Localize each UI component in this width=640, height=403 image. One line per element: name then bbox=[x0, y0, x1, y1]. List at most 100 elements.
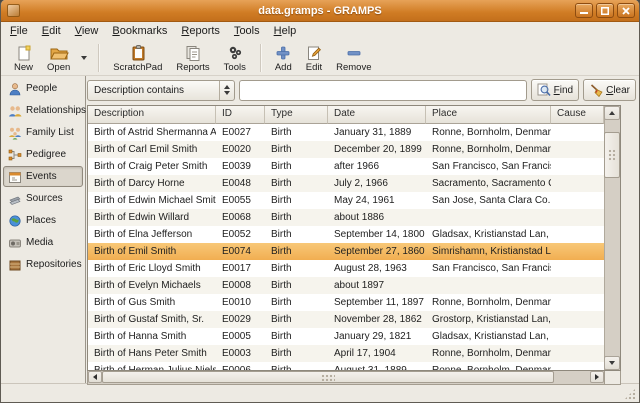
menu-item-help[interactable]: Help bbox=[267, 24, 304, 39]
table-row[interactable]: Birth of Hanna SmithE0005BirthJanuary 29… bbox=[88, 328, 604, 345]
table-row[interactable]: Birth of Craig Peter SmithE0039Birthafte… bbox=[88, 158, 604, 175]
cell: Birth of Gus Smith bbox=[88, 294, 216, 311]
titlebar[interactable]: data.gramps - GRAMPS bbox=[1, 0, 639, 22]
cell: Birth bbox=[265, 277, 328, 294]
cell bbox=[551, 141, 604, 158]
sidebar-item-family-list[interactable]: Family List bbox=[3, 122, 83, 143]
cell: Sacramento, Sacramento C... bbox=[426, 175, 551, 192]
cell: Grostorp, Kristianstad Lan, ... bbox=[426, 311, 551, 328]
cell: E0055 bbox=[216, 192, 265, 209]
menu-item-tools[interactable]: Tools bbox=[227, 24, 267, 39]
cell bbox=[551, 192, 604, 209]
menu-item-reports[interactable]: Reports bbox=[174, 24, 227, 39]
cell bbox=[551, 294, 604, 311]
sidebar-item-places[interactable]: Places bbox=[3, 210, 83, 231]
horizontal-scrollbar[interactable] bbox=[87, 371, 605, 385]
cell: Birth bbox=[265, 226, 328, 243]
close-button[interactable] bbox=[617, 3, 635, 18]
cell: E0029 bbox=[216, 311, 265, 328]
menu-item-view[interactable]: View bbox=[68, 24, 106, 39]
column-header-type[interactable]: Type bbox=[265, 106, 328, 124]
table-row[interactable]: Birth of Emil SmithE0074BirthSeptember 2… bbox=[88, 243, 604, 260]
column-header-place[interactable]: Place bbox=[426, 106, 551, 124]
cell: Birth of Eric Lloyd Smith bbox=[88, 260, 216, 277]
cell: Ronne, Bornholm, Denmark bbox=[426, 294, 551, 311]
gramps-window: data.gramps - GRAMPS FileEditViewBookmar… bbox=[0, 0, 640, 403]
find-button[interactable]: Find bbox=[531, 79, 579, 101]
scroll-right-button[interactable] bbox=[590, 371, 604, 383]
cell: Birth bbox=[265, 141, 328, 158]
spinner-icon[interactable] bbox=[219, 81, 234, 100]
table-row[interactable]: Birth of Edwin WillardE0068Birthabout 18… bbox=[88, 209, 604, 226]
cell: Birth of Astrid Shermanna A... bbox=[88, 124, 216, 141]
horizontal-scrollbar-thumb[interactable] bbox=[102, 371, 554, 383]
sidebar-item-people[interactable]: People bbox=[3, 78, 83, 99]
toolbar-separator bbox=[98, 44, 99, 72]
table-row[interactable]: Birth of Gustaf Smith, Sr.E0029BirthNove… bbox=[88, 311, 604, 328]
table-row[interactable]: Birth of Carl Emil SmithE0020BirthDecemb… bbox=[88, 141, 604, 158]
open-folder-icon bbox=[49, 43, 69, 62]
table-row[interactable]: Birth of Elna JeffersonE0052BirthSeptemb… bbox=[88, 226, 604, 243]
reports-button[interactable]: Reports bbox=[169, 41, 216, 75]
sidebar-item-relationships[interactable]: Relationships bbox=[3, 100, 83, 121]
sidebar-item-sources[interactable]: Sources bbox=[3, 188, 83, 209]
open-button[interactable]: Open bbox=[40, 41, 77, 75]
column-header-id[interactable]: ID bbox=[216, 106, 265, 124]
table-row[interactable]: Birth of Darcy HorneE0048BirthJuly 2, 19… bbox=[88, 175, 604, 192]
maximize-button[interactable] bbox=[596, 3, 614, 18]
cell: Birth bbox=[265, 260, 328, 277]
scroll-left-button[interactable] bbox=[88, 371, 102, 383]
table-row[interactable]: Birth of Evelyn MichaelsE0008Birthabout … bbox=[88, 277, 604, 294]
cell: Gladsax, Kristianstad Lan, S... bbox=[426, 226, 551, 243]
menu-item-bookmarks[interactable]: Bookmarks bbox=[105, 24, 174, 39]
tools-button[interactable]: Tools bbox=[217, 41, 253, 75]
menu-item-file[interactable]: File bbox=[3, 24, 35, 39]
arrow-down-icon bbox=[609, 361, 615, 365]
reports-icon bbox=[184, 43, 202, 62]
add-button[interactable]: Add bbox=[268, 41, 299, 75]
family-list-icon bbox=[8, 126, 22, 140]
cell: Gladsax, Kristianstad Lan, S... bbox=[426, 328, 551, 345]
sidebar-item-pedigree[interactable]: Pedigree bbox=[3, 144, 83, 165]
cell: Birth bbox=[265, 209, 328, 226]
cell: Birth bbox=[265, 175, 328, 192]
filter-field-select[interactable]: Description contains bbox=[87, 80, 235, 101]
sidebar-item-repositories[interactable]: Repositories bbox=[3, 254, 83, 275]
new-button[interactable]: New bbox=[7, 41, 40, 75]
vertical-scrollbar[interactable] bbox=[604, 106, 620, 370]
cell bbox=[551, 158, 604, 175]
column-header-date[interactable]: Date bbox=[328, 106, 426, 124]
cell: E0074 bbox=[216, 243, 265, 260]
window-title: data.gramps - GRAMPS bbox=[1, 5, 639, 17]
search-input[interactable] bbox=[239, 80, 527, 101]
cell: E0052 bbox=[216, 226, 265, 243]
table-row[interactable]: Birth of Gus SmithE0010BirthSeptember 11… bbox=[88, 294, 604, 311]
events-table: DescriptionIDTypeDatePlaceCause Birth of… bbox=[87, 105, 621, 371]
cell: Birth of Evelyn Michaels bbox=[88, 277, 216, 294]
scroll-up-button[interactable] bbox=[604, 106, 620, 120]
cell: Birth of Hans Peter Smith bbox=[88, 345, 216, 362]
cell bbox=[551, 328, 604, 345]
resize-grip-icon[interactable] bbox=[624, 388, 636, 400]
sidebar-item-events[interactable]: Events bbox=[3, 166, 83, 187]
remove-button[interactable]: Remove bbox=[329, 41, 378, 75]
clear-button[interactable]: Clear bbox=[583, 79, 636, 101]
edit-button[interactable]: Edit bbox=[299, 41, 329, 75]
vertical-scrollbar-thumb[interactable] bbox=[604, 132, 620, 178]
minimize-button[interactable] bbox=[575, 3, 593, 18]
column-header-description[interactable]: Description bbox=[88, 106, 216, 124]
sidebar-item-media[interactable]: Media bbox=[3, 232, 83, 253]
clipboard-icon bbox=[129, 43, 147, 62]
table-row[interactable]: Birth of Hans Peter SmithE0003BirthApril… bbox=[88, 345, 604, 362]
scratchpad-button[interactable]: ScratchPad bbox=[106, 41, 169, 75]
scroll-down-button[interactable] bbox=[604, 356, 620, 370]
menu-item-edit[interactable]: Edit bbox=[35, 24, 68, 39]
column-header-cause[interactable]: Cause bbox=[551, 106, 604, 124]
table-row[interactable]: Birth of Eric Lloyd SmithE0017BirthAugus… bbox=[88, 260, 604, 277]
table-row[interactable]: Birth of Astrid Shermanna A...E0027Birth… bbox=[88, 124, 604, 141]
table-row[interactable]: Birth of Herman Julius NielsenE0006Birth… bbox=[88, 362, 604, 370]
open-dropdown-button[interactable] bbox=[77, 41, 91, 75]
table-row[interactable]: Birth of Edwin Michael SmithE0055BirthMa… bbox=[88, 192, 604, 209]
scrollbar-corner bbox=[605, 371, 621, 385]
cell: July 2, 1966 bbox=[328, 175, 426, 192]
